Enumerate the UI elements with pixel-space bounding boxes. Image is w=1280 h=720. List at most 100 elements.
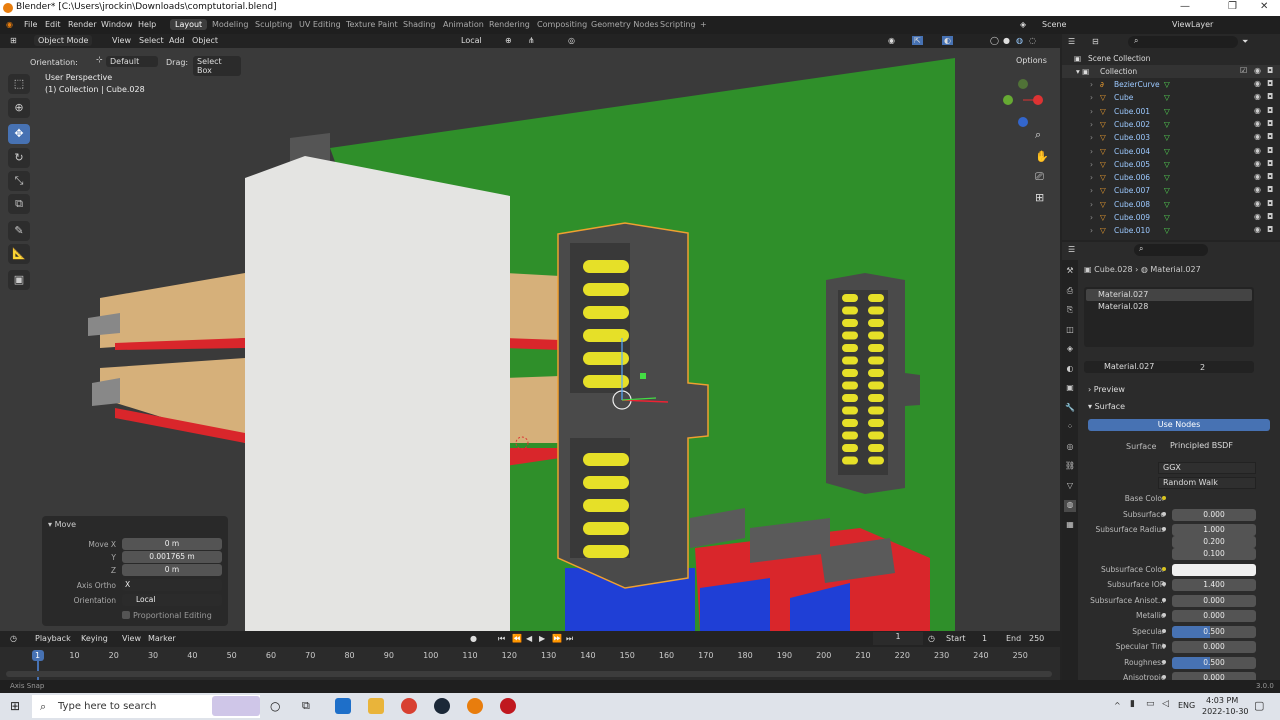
outliner-item[interactable]: › ▽ Cube.006 ▽ ◉ ◘ xyxy=(1062,171,1280,184)
menu-help[interactable]: Help xyxy=(138,20,156,29)
ortho-grid-icon[interactable]: ⊞ xyxy=(1035,191,1044,204)
move-y-field[interactable]: 0.001765 m xyxy=(122,551,222,563)
tab-texture-paint[interactable]: Texture Paint xyxy=(346,20,398,29)
expand-icon[interactable]: › xyxy=(1090,147,1093,156)
outliner-item[interactable]: › ▽ Cube.003 ▽ ◉ ◘ xyxy=(1062,131,1280,144)
properties-search-input[interactable]: ⌕ xyxy=(1134,244,1208,256)
socket-dot-icon[interactable] xyxy=(1162,496,1166,500)
tray-chevron-icon[interactable]: ^ xyxy=(1114,701,1121,710)
socket-dot-icon[interactable] xyxy=(1162,567,1166,571)
marker-menu[interactable]: Marker xyxy=(148,634,176,643)
constraints-props-icon[interactable]: ⛓ xyxy=(1064,461,1076,473)
measure-tool-icon[interactable]: 📐 xyxy=(8,244,30,264)
material-users-count[interactable]: 2 xyxy=(1200,363,1205,372)
surface-shader-dropdown[interactable]: Principled BSDF xyxy=(1162,440,1258,452)
mode-dropdown[interactable]: Object Mode xyxy=(34,35,93,46)
render-shading-icon[interactable]: ◌ xyxy=(1029,36,1036,45)
next-key-icon[interactable]: ⏩ xyxy=(552,634,562,643)
tab-modeling[interactable]: Modeling xyxy=(212,20,248,29)
tool-props-icon[interactable]: ⚒ xyxy=(1064,266,1076,278)
render-props-icon[interactable]: ⎙ xyxy=(1064,286,1076,298)
camera-view-icon[interactable]: ⎚ xyxy=(1035,170,1044,184)
surface-panel-header[interactable]: ▾ Surface xyxy=(1088,402,1125,411)
physics-props-icon[interactable]: ◎ xyxy=(1064,442,1076,454)
notifications-icon[interactable]: ▢ xyxy=(1254,699,1264,712)
pan-hand-icon[interactable]: ✋ xyxy=(1035,150,1049,163)
eye-icon[interactable]: ◉ xyxy=(1254,199,1261,208)
axis-ortho-dropdown[interactable]: X xyxy=(122,579,222,591)
outliner-item[interactable]: › ▽ Cube.001 ▽ ◉ ◘ xyxy=(1062,105,1280,118)
outliner-type-icon[interactable]: ☰ xyxy=(1068,37,1075,46)
property-value-field[interactable]: 0.500 xyxy=(1172,626,1256,638)
move-z-field[interactable]: 0 m xyxy=(122,564,222,576)
camera-icon[interactable]: ◘ xyxy=(1267,159,1273,168)
orientation-dropdown[interactable]: Default xyxy=(106,56,158,67)
property-value-field[interactable]: 0.000 xyxy=(1172,509,1256,521)
eye-icon[interactable]: ◉ xyxy=(1254,159,1261,168)
network-icon[interactable]: ▭ xyxy=(1146,699,1155,709)
camera-icon[interactable]: ◘ xyxy=(1267,92,1273,101)
camera-icon[interactable]: ◘ xyxy=(1267,199,1273,208)
material-slot-1[interactable]: Material.027 xyxy=(1086,289,1252,301)
preview-panel-header[interactable]: › Preview xyxy=(1088,385,1125,394)
scale-tool-icon[interactable]: ⤡ xyxy=(8,171,30,191)
property-value-field[interactable]: 0.000 xyxy=(1172,595,1256,607)
orientation-dropdown[interactable]: Local xyxy=(122,594,222,606)
scene-name[interactable]: Scene xyxy=(1042,20,1066,29)
menu-window[interactable]: Window xyxy=(101,20,133,29)
scene-props-icon[interactable]: ◈ xyxy=(1064,344,1076,356)
expand-icon[interactable]: › xyxy=(1090,107,1093,116)
camera-icon[interactable]: ◘ xyxy=(1267,119,1273,128)
checkbox-icon[interactable]: ☑ xyxy=(1240,66,1247,75)
outliner-item[interactable]: › ▽ Cube.004 ▽ ◉ ◘ xyxy=(1062,145,1280,158)
eye-icon[interactable]: ◉ xyxy=(1254,79,1261,88)
gizmo-toggle-icon[interactable]: ⇱ xyxy=(912,36,923,45)
move-tool-icon[interactable]: ✥ xyxy=(8,124,30,144)
material-shading-icon[interactable]: ◍ xyxy=(1016,36,1023,45)
socket-dot-icon[interactable] xyxy=(1162,598,1166,602)
snap-icon[interactable]: ⋔ xyxy=(528,36,535,45)
outliner-item[interactable]: › ▽ Cube.005 ▽ ◉ ◘ xyxy=(1062,158,1280,171)
camera-icon[interactable]: ◘ xyxy=(1267,132,1273,141)
particles-props-icon[interactable]: ⁘ xyxy=(1064,422,1076,434)
distribution-dropdown[interactable]: GGX xyxy=(1158,462,1256,474)
socket-dot-icon[interactable] xyxy=(1162,613,1166,617)
app-taskbar-icon[interactable] xyxy=(500,698,516,714)
annotate-tool-icon[interactable]: ✎ xyxy=(8,221,30,241)
drag-dropdown[interactable]: Select Box xyxy=(193,56,241,76)
end-field[interactable]: 250 xyxy=(1029,634,1044,643)
tab-geometry-nodes[interactable]: Geometry Nodes xyxy=(591,20,658,29)
keying-menu[interactable]: Keying xyxy=(81,634,108,643)
file-explorer-icon[interactable] xyxy=(368,698,384,714)
world-props-icon[interactable]: ◐ xyxy=(1064,364,1076,376)
timeline-editor-icon[interactable]: ◷ xyxy=(10,634,17,643)
timeline-view-menu[interactable]: View xyxy=(122,634,141,643)
timeline[interactable]: 1 10 20 30 40 50 60 70 80 90 100 110 120 130 140 150 160… xyxy=(0,647,1060,680)
expand-icon[interactable]: › xyxy=(1090,93,1093,102)
material-props-icon[interactable]: ◍ xyxy=(1064,500,1076,512)
object-props-icon[interactable]: ▣ xyxy=(1064,383,1076,395)
view-menu[interactable]: View xyxy=(112,36,131,45)
expand-icon[interactable]: › xyxy=(1090,173,1093,182)
record-icon[interactable]: ● xyxy=(470,634,477,643)
outliner-item[interactable]: › ▽ Cube.008 ▽ ◉ ◘ xyxy=(1062,198,1280,211)
property-value-field[interactable]: 0.100 xyxy=(1172,548,1256,560)
outliner-item[interactable]: › ▽ Cube.007 ▽ ◉ ◘ xyxy=(1062,184,1280,197)
pivot-icon[interactable]: ⊕ xyxy=(505,36,512,45)
eye-icon[interactable]: ◉ xyxy=(1254,146,1261,155)
expand-icon[interactable]: › xyxy=(1090,160,1093,169)
transform-orientation[interactable]: Local xyxy=(461,36,482,45)
camera-icon[interactable]: ◘ xyxy=(1267,185,1273,194)
tab-rendering[interactable]: Rendering xyxy=(489,20,530,29)
property-value-field[interactable]: 0.000 xyxy=(1172,610,1256,622)
prev-key-icon[interactable]: ⏪ xyxy=(512,634,522,643)
eye-icon[interactable]: ◉ xyxy=(1254,92,1261,101)
outliner-item[interactable]: › ▽ Cube.002 ▽ ◉ ◘ xyxy=(1062,118,1280,131)
tab-sculpting[interactable]: Sculpting xyxy=(255,20,292,29)
object-menu[interactable]: Object xyxy=(192,36,218,45)
proportional-icon[interactable]: ◎ xyxy=(568,36,575,45)
property-value-field[interactable]: 0.000 xyxy=(1172,641,1256,653)
camera-icon[interactable]: ◘ xyxy=(1267,212,1273,221)
tab-scripting[interactable]: Scripting xyxy=(660,20,696,29)
material-name-field[interactable]: Material.027 xyxy=(1084,361,1254,373)
